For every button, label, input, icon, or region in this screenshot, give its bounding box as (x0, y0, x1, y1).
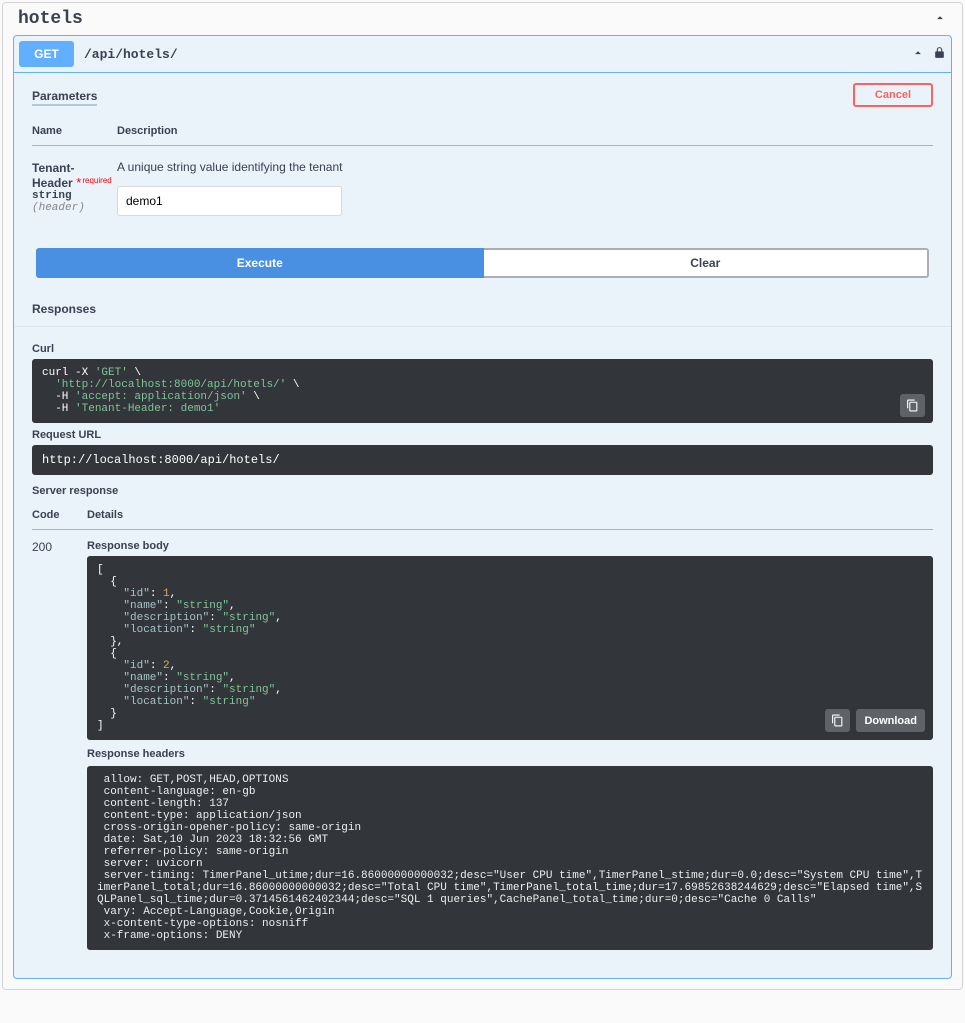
section-title: hotels (18, 9, 83, 29)
column-description: Description (117, 117, 933, 146)
response-body-block: [ { "id": 1, "name": "string", "descript… (87, 556, 933, 740)
curl-label: Curl (32, 343, 933, 355)
request-url-label: Request URL (32, 429, 933, 441)
param-type: string (32, 190, 117, 202)
copy-icon[interactable] (900, 394, 925, 417)
lock-icon[interactable] (933, 46, 946, 62)
param-value-input[interactable] (117, 186, 342, 216)
clear-button[interactable]: Clear (484, 248, 930, 278)
column-name: Name (32, 117, 117, 146)
response-table: Code Details 200 Response body [ { "id":… (32, 501, 933, 960)
response-headers-label: Response headers (87, 748, 933, 760)
response-body-label: Response body (87, 540, 933, 552)
param-in: (header) (32, 202, 117, 214)
required-label: required (82, 176, 111, 185)
chevron-up-icon[interactable] (933, 11, 947, 28)
request-url-value: http://localhost:8000/api/hotels/ (32, 445, 933, 475)
operation-header[interactable]: GET /api/hotels/ (14, 36, 951, 73)
copy-icon[interactable] (825, 709, 850, 732)
operation-path: /api/hotels/ (84, 47, 178, 62)
http-method-badge: GET (19, 41, 74, 67)
execute-button[interactable]: Execute (36, 248, 484, 278)
operation-block: GET /api/hotels/ Parameters Cancel Name (13, 35, 952, 979)
column-code: Code (32, 501, 87, 530)
required-star: * (73, 175, 82, 190)
section-header[interactable]: hotels (3, 3, 962, 35)
parameters-table: Name Description Tenant-Header *required… (32, 117, 933, 230)
cancel-button[interactable]: Cancel (853, 83, 933, 107)
parameters-title: Parameters (32, 89, 97, 106)
curl-block: curl -X 'GET' \ 'http://localhost:8000/a… (32, 359, 933, 423)
response-headers-block: allow: GET,POST,HEAD,OPTIONS content-lan… (87, 766, 933, 950)
status-code: 200 (32, 530, 87, 961)
parameter-row: Tenant-Header *required string (header) … (32, 146, 933, 231)
download-button[interactable]: Download (856, 709, 925, 732)
column-details: Details (87, 501, 933, 530)
param-name: Tenant-Header (32, 161, 74, 190)
responses-title: Responses (14, 292, 951, 327)
param-description: A unique string value identifying the te… (117, 160, 933, 174)
chevron-up-icon[interactable] (911, 46, 925, 63)
server-response-label: Server response (14, 475, 951, 497)
api-section: hotels GET /api/hotels/ Parameters Cance… (2, 2, 963, 990)
